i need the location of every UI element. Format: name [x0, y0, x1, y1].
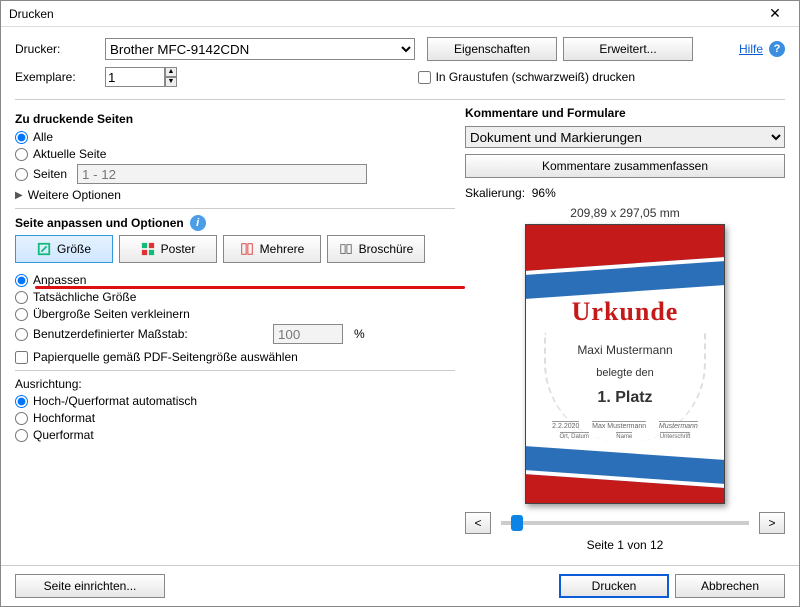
printer-label: Drucker: — [15, 42, 105, 56]
orient-landscape-radio[interactable] — [15, 429, 28, 442]
next-page-button[interactable]: > — [759, 512, 785, 534]
orient-portrait-radio[interactable] — [15, 412, 28, 425]
pages-range-input[interactable] — [77, 164, 367, 184]
printer-row: Drucker: Brother MFC-9142CDN Eigenschaft… — [15, 37, 785, 61]
scale-fit-row[interactable]: Anpassen — [15, 273, 455, 287]
scale-shrink-radio[interactable] — [15, 308, 28, 321]
cancel-button[interactable]: Abbrechen — [675, 574, 785, 598]
cert-name: Maxi Mustermann — [577, 343, 672, 357]
orient-auto-radio[interactable] — [15, 395, 28, 408]
printer-select[interactable]: Brother MFC-9142CDN — [105, 38, 415, 60]
layout-multiple-button[interactable]: Mehrere — [223, 235, 321, 263]
scale-custom-row[interactable]: Benutzerdefinierter Maßstab: % — [15, 324, 455, 344]
info-icon[interactable]: i — [190, 215, 206, 231]
copies-row: Exemplare: ▲▼ In Graustufen (schwarzweiß… — [15, 67, 785, 87]
cert-rank: 1. Platz — [597, 389, 652, 407]
window-title: Drucken — [9, 7, 755, 21]
help-link[interactable]: Hilfe — [739, 42, 763, 56]
properties-button[interactable]: Eigenschaften — [427, 37, 557, 61]
grayscale-row[interactable]: In Graustufen (schwarzweiß) drucken — [418, 70, 635, 84]
window-close-button[interactable]: ✕ — [755, 2, 795, 26]
papersource-checkbox[interactable] — [15, 351, 28, 364]
papersource-row[interactable]: Papierquelle gemäß PDF-Seitengröße auswä… — [15, 350, 455, 364]
advanced-button[interactable]: Erweitert... — [563, 37, 693, 61]
page-setup-button[interactable]: Seite einrichten... — [15, 574, 165, 598]
pages-current-radio[interactable] — [15, 148, 28, 161]
more-options-toggle[interactable]: ▶ Weitere Optionen — [15, 188, 455, 202]
grayscale-label: In Graustufen (schwarzweiß) drucken — [436, 70, 635, 84]
layout-size-button[interactable]: Größe — [15, 235, 113, 263]
help-icon[interactable]: ? — [769, 41, 785, 57]
slider-thumb[interactable] — [511, 515, 523, 531]
copies-spinner[interactable]: ▲▼ — [165, 67, 177, 87]
copies-input[interactable] — [105, 67, 165, 87]
grid-icon — [141, 242, 155, 256]
pages-section-title: Zu druckende Seiten — [15, 112, 455, 126]
layout-mode-buttons: Größe Poster Mehrere Broschüre — [15, 235, 455, 263]
pages-range-row[interactable]: Seiten — [15, 164, 455, 184]
title-bar: Drucken ✕ — [1, 1, 799, 27]
pages-all-row[interactable]: Alle — [15, 130, 455, 144]
book-icon — [339, 242, 353, 256]
orientation-label: Ausrichtung: — [15, 377, 455, 391]
scale-actual-radio[interactable] — [15, 291, 28, 304]
pages-icon — [240, 242, 254, 256]
orient-portrait-row[interactable]: Hochformat — [15, 411, 455, 425]
orient-auto-row[interactable]: Hoch-/Querformat automatisch — [15, 394, 455, 408]
page-counter: Seite 1 von 12 — [587, 538, 664, 552]
fit-section-title: Seite anpassen und Optionen i — [15, 215, 455, 231]
grayscale-checkbox[interactable] — [418, 71, 431, 84]
right-column: Kommentare und Formulare Dokument und Ma… — [465, 106, 785, 559]
scale-fit-radio[interactable] — [15, 274, 28, 287]
chevron-right-icon: ▶ — [15, 190, 23, 201]
layout-booklet-button[interactable]: Broschüre — [327, 235, 425, 263]
page-preview: Urkunde Maxi Mustermann belegte den 1. P… — [525, 224, 725, 504]
preview-area: 209,89 x 297,05 mm Urkunde Maxi Musterma… — [465, 204, 785, 559]
scale-custom-radio[interactable] — [15, 328, 28, 341]
print-button[interactable]: Drucken — [559, 574, 669, 598]
scale-custom-input[interactable] — [273, 324, 343, 344]
print-dialog: Drucken ✕ Drucker: Brother MFC-9142CDN E… — [0, 0, 800, 607]
cert-heading: Urkunde — [572, 297, 679, 327]
prev-page-button[interactable]: < — [465, 512, 491, 534]
bottom-bar: Seite einrichten... Drucken Abbrechen — [1, 565, 799, 606]
paper-dimensions: 209,89 x 297,05 mm — [570, 206, 679, 220]
pages-current-row[interactable]: Aktuelle Seite — [15, 147, 455, 161]
close-icon: ✕ — [769, 5, 781, 22]
cert-subline: belegte den — [596, 367, 654, 379]
left-column: Zu druckende Seiten Alle Aktuelle Seite … — [15, 106, 455, 559]
percent-label: % — [354, 327, 365, 341]
scale-actual-row[interactable]: Tatsächliche Größe — [15, 290, 455, 304]
pages-range-radio[interactable] — [15, 168, 28, 181]
summarize-comments-button[interactable]: Kommentare zusammenfassen — [465, 154, 785, 178]
resize-icon — [37, 242, 51, 256]
copies-label: Exemplare: — [15, 70, 105, 84]
page-slider[interactable] — [501, 521, 749, 525]
scaling-readout: Skalierung: 96% — [465, 186, 785, 200]
comments-select[interactable]: Dokument und Markierungen — [465, 126, 785, 148]
dialog-body: Drucker: Brother MFC-9142CDN Eigenschaft… — [1, 27, 799, 565]
scale-shrink-row[interactable]: Übergroße Seiten verkleinern — [15, 307, 455, 321]
pages-all-radio[interactable] — [15, 131, 28, 144]
comments-title: Kommentare und Formulare — [465, 106, 785, 120]
orient-landscape-row[interactable]: Querformat — [15, 428, 455, 442]
layout-poster-button[interactable]: Poster — [119, 235, 217, 263]
